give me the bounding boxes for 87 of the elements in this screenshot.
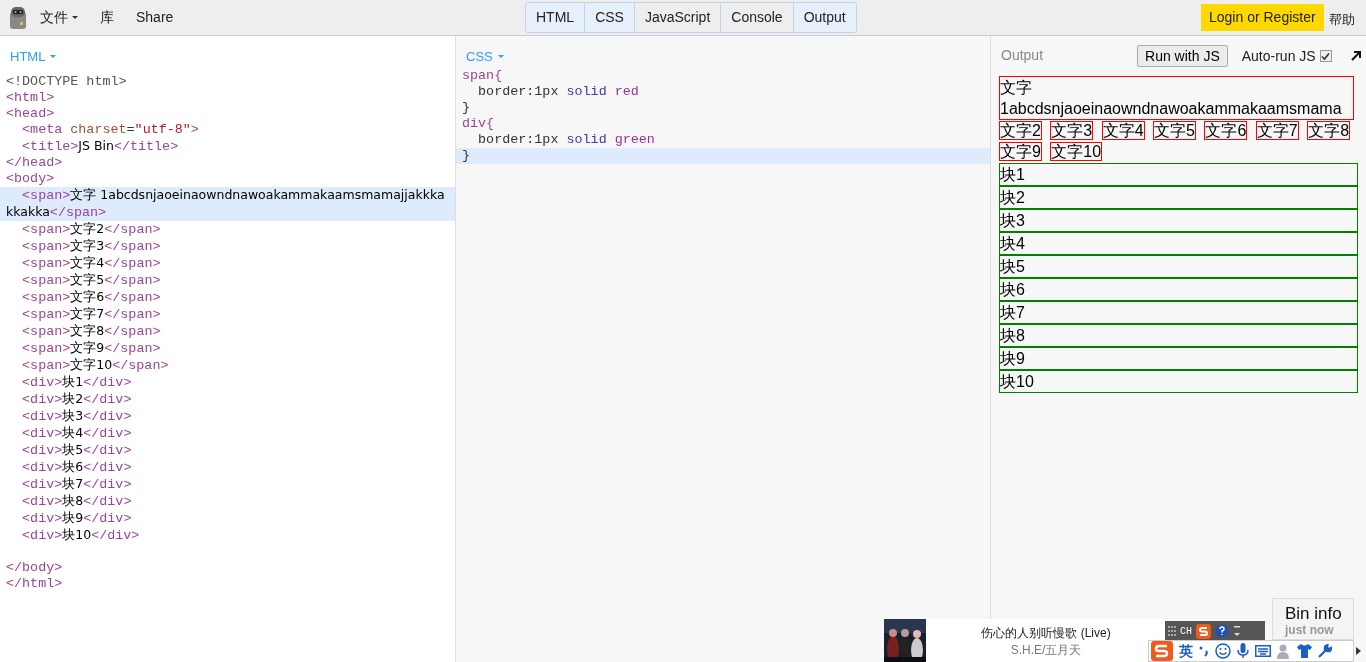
code-line: <span>文字7</span> — [21, 306, 162, 323]
output-block: 块9 — [999, 347, 1358, 370]
code-line: <span>文字8</span> — [21, 323, 162, 340]
output-block: 块2 — [999, 186, 1358, 209]
code-line: <div>块9</div> — [21, 510, 133, 527]
code-line: <html> — [5, 90, 56, 106]
menu-item[interactable]: 库 — [100, 7, 114, 28]
code-line: <span>文字4</span> — [21, 255, 162, 272]
code-line: <div>块2</div> — [21, 391, 133, 408]
code-line: <span>文字3</span> — [21, 238, 162, 255]
output-text: 文字8 — [1307, 121, 1351, 140]
code-line: <span>文字2</span> — [21, 221, 162, 238]
output-block: 块8 — [999, 324, 1358, 347]
code-line: <div>块6</div> — [21, 459, 133, 476]
panel-tab[interactable]: Output — [792, 3, 856, 32]
code-line: div{ — [461, 116, 496, 132]
code-line: </html> — [5, 576, 64, 592]
code-line: <div>块5</div> — [21, 442, 133, 459]
panel-tab[interactable]: HTML — [526, 3, 585, 32]
output-text: 文字3 — [1050, 121, 1094, 140]
output-text: 文字7 — [1255, 121, 1299, 140]
output-text: 文字2 — [999, 121, 1042, 140]
grid-icon[interactable] — [1168, 626, 1176, 636]
code-line: <title>JS Bin</title> — [21, 138, 180, 155]
login-button[interactable]: Login or Register — [1201, 4, 1324, 31]
language-toggle[interactable]: 英 — [1179, 640, 1193, 662]
code-line: } — [461, 100, 472, 116]
code-line: <meta charset="utf-8"> — [21, 122, 200, 138]
code-line: <div>块7</div> — [21, 476, 133, 493]
code-line: <span>文字6</span> — [21, 289, 162, 306]
output-text: 文字5 — [1153, 121, 1196, 140]
panel-title: Output — [1001, 45, 1044, 65]
help-link[interactable]: 帮助 — [1329, 10, 1355, 30]
code-line: <head> — [5, 106, 56, 122]
code-line: <span>文字5</span> — [21, 272, 162, 289]
keyboard-icon[interactable] — [1255, 645, 1271, 657]
wrench-icon[interactable] — [1318, 644, 1332, 658]
output-block: 块5 — [999, 255, 1358, 278]
shirt-icon[interactable] — [1297, 644, 1312, 658]
code-line: <span>文字9</span> — [21, 340, 162, 357]
input-mode-label[interactable]: CH — [1180, 623, 1192, 639]
code-line: border:1px solid red — [477, 84, 640, 100]
code-line: span{ — [461, 68, 504, 84]
minimize-icon[interactable] — [1233, 625, 1241, 637]
output-text: 文字 1abcdsnjaoeinaowndnawoakammakaamsmama — [999, 76, 1354, 120]
code-line: border:1px solid green — [477, 132, 656, 148]
run-button[interactable]: Run with JS — [1137, 45, 1228, 67]
bin-info-time: just now — [1285, 623, 1335, 637]
code-line: </body> — [5, 560, 64, 576]
code-line: </head> — [5, 155, 64, 171]
menu-item[interactable]: Share — [136, 7, 174, 28]
caret-icon[interactable] — [72, 16, 78, 19]
punctuation-icon[interactable] — [1199, 645, 1209, 657]
ime-logo-icon[interactable] — [1151, 641, 1173, 661]
code-line: <div>块3</div> — [21, 408, 133, 425]
code-line: <div>块1</div> — [21, 374, 133, 391]
code-line: <div>块10</div> — [21, 527, 141, 544]
output-text: 文字4 — [1101, 121, 1145, 140]
code-line: <!DOCTYPE html> — [5, 74, 128, 90]
code-line: <div>块4</div> — [21, 425, 133, 442]
ime-logo-icon[interactable] — [1196, 623, 1211, 639]
output-block: 块1 — [999, 163, 1358, 186]
output-text: 文字9 — [999, 142, 1042, 161]
bin-info-title: Bin info — [1285, 604, 1343, 623]
output-text: 文字10 — [1050, 142, 1103, 161]
bin-info-panel[interactable]: Bin info just now — [1272, 598, 1354, 640]
output-block: 块6 — [999, 278, 1358, 301]
expand-arrow-icon[interactable] — [1356, 647, 1361, 655]
output-block: 块7 — [999, 301, 1358, 324]
open-external-icon[interactable] — [1349, 50, 1362, 62]
smiley-icon[interactable] — [1215, 643, 1231, 659]
microphone-icon[interactable] — [1237, 643, 1249, 659]
song-title: 伤心的人别听慢歌 (Live) — [981, 624, 1111, 642]
output-block: 块3 — [999, 209, 1358, 232]
code-line: <span>文字10</span> — [21, 357, 170, 374]
menu-item[interactable]: 文件 — [40, 7, 68, 28]
auto-run-label: Auto-run JS — [1241, 46, 1316, 66]
output-text: 文字6 — [1204, 121, 1248, 140]
code-line: <body> — [5, 171, 56, 187]
output-block: 块4 — [999, 232, 1358, 255]
output-block: 块10 — [999, 370, 1358, 393]
code-line: <div>块8</div> — [21, 493, 133, 510]
artist-name: S.H.E/五月天 — [1010, 641, 1082, 658]
robot-logo-icon[interactable] — [9, 5, 27, 30]
help-icon[interactable] — [1215, 624, 1229, 638]
auto-run-checkbox[interactable] — [1319, 50, 1332, 62]
panel-tab[interactable]: CSS — [584, 3, 634, 32]
